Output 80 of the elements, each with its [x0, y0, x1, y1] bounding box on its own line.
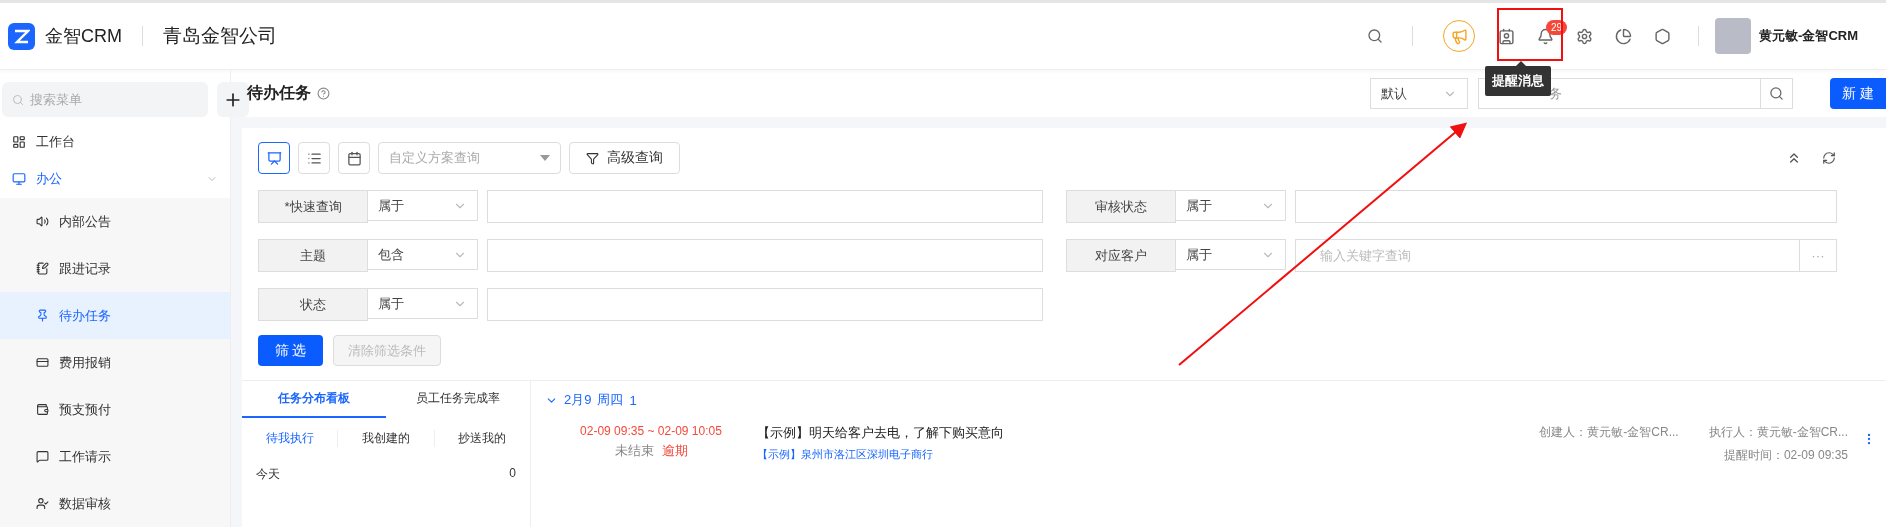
caret-icon [540, 155, 550, 161]
message-icon [36, 450, 49, 463]
reminder-time: 提醒时间：02-09 09:35 [1723, 447, 1848, 464]
notebook-icon [36, 262, 49, 275]
sidebar-item[interactable]: 内部公告 [0, 198, 230, 245]
filter-icon [586, 151, 599, 165]
search-icon [1769, 86, 1784, 101]
settings-icon [1576, 27, 1594, 45]
filter-input[interactable] [1295, 190, 1837, 223]
operator-select[interactable]: 属于 [368, 190, 478, 221]
filter-input[interactable]: 输入关键字查询 [1295, 239, 1799, 272]
sidebar-item[interactable]: 工作请示 [0, 433, 230, 480]
sidebar-item[interactable]: 办公 [0, 160, 230, 198]
summary-count: 0 [509, 466, 516, 482]
advanced-search-button[interactable]: 高级查询 [569, 142, 680, 174]
tab[interactable]: 任务分布看板 [242, 381, 386, 418]
operator-select[interactable]: 属于 [368, 288, 478, 319]
brand-name: 金智CRM [45, 25, 122, 48]
filter-input[interactable] [487, 288, 1043, 321]
avatar-placeholder [1715, 18, 1752, 54]
task-title[interactable]: 【示例】明天给客户去电，了解下购买意向 [757, 424, 1540, 442]
sub-tab[interactable]: 我创建的 [337, 429, 434, 447]
sub-tab[interactable]: 抄送我的 [433, 429, 530, 447]
task-status: 未结束 [614, 442, 654, 460]
pie-chart-icon [1615, 27, 1633, 45]
overdue-label: 逾期 [661, 442, 688, 460]
dashboard-icon [12, 134, 26, 149]
operator-select[interactable]: 属于 [1176, 190, 1286, 221]
chart-board-icon [266, 150, 282, 166]
user-icon [36, 497, 49, 510]
sidebar-item[interactable]: 数据审核 [0, 480, 230, 527]
list-icon [306, 150, 322, 166]
sidebar-item[interactable]: 跟进记录 [0, 245, 230, 292]
field-label: 主题 [258, 239, 368, 272]
customer-link[interactable]: 【示例】泉州市洛江区深圳电子商行 [757, 447, 1540, 462]
tooltip-pointer [1516, 61, 1526, 66]
refresh-icon [1822, 151, 1836, 165]
hexagon-icon [1654, 27, 1672, 45]
speaker-icon [36, 215, 49, 228]
filter-input[interactable] [487, 239, 1043, 272]
view-toggle-button[interactable] [258, 142, 290, 174]
page-title: 待办任务 [247, 83, 311, 103]
company-name: 青岛金智公司 [163, 24, 277, 48]
sub-tab[interactable]: 待我执行 [242, 429, 338, 447]
field-label: 审核状态 [1066, 190, 1176, 223]
executor-text: 执行人：黄元敏-金智CR... [1708, 424, 1848, 441]
pin-icon [36, 309, 49, 322]
calendar-icon [346, 150, 362, 166]
sidebar-item[interactable]: 工作台 [0, 123, 230, 161]
help-icon[interactable] [317, 87, 330, 100]
filter-input[interactable] [487, 190, 1043, 223]
date-label: 2月9 [564, 391, 592, 409]
tab[interactable]: 员工任务完成率 [386, 381, 530, 418]
operator-select[interactable]: 属于 [1176, 239, 1286, 270]
filter-button[interactable]: 筛 选 [258, 335, 323, 366]
view-select[interactable]: 默认 [1370, 78, 1468, 109]
summary-label: 今天 [256, 466, 280, 483]
sidebar-item[interactable]: 费用报销 [0, 339, 230, 386]
wallet-icon [36, 403, 49, 416]
add-button[interactable] [217, 82, 249, 117]
contact-card-icon [1498, 27, 1516, 45]
sidebar-item[interactable]: 待办任务 [0, 292, 230, 339]
field-label: *快速查询 [258, 190, 368, 223]
logo-icon [8, 22, 35, 50]
field-label: 状态 [258, 288, 368, 321]
creator-text: 创建人：黄元敏-金智CR... [1539, 424, 1679, 441]
weekday-label: 周四 [597, 391, 624, 409]
highlight-box [1497, 8, 1563, 61]
new-button[interactable]: 新 建 [1830, 78, 1886, 109]
user-name[interactable]: 黄元敏-金智CRM [1759, 27, 1858, 45]
card-icon [36, 356, 49, 369]
search-icon [12, 93, 24, 106]
operator-select[interactable]: 包含 [368, 239, 478, 270]
search-icon [1367, 28, 1384, 44]
task-count: 1 [629, 392, 637, 408]
sidebar-item[interactable]: 预支预付 [0, 386, 230, 433]
tooltip: 提醒消息 [1485, 66, 1551, 96]
monitor-icon [12, 172, 26, 187]
task-time: 02-09 09:35 ~ 02-09 10:05 [580, 424, 722, 438]
field-label: 对应客户 [1066, 239, 1176, 272]
